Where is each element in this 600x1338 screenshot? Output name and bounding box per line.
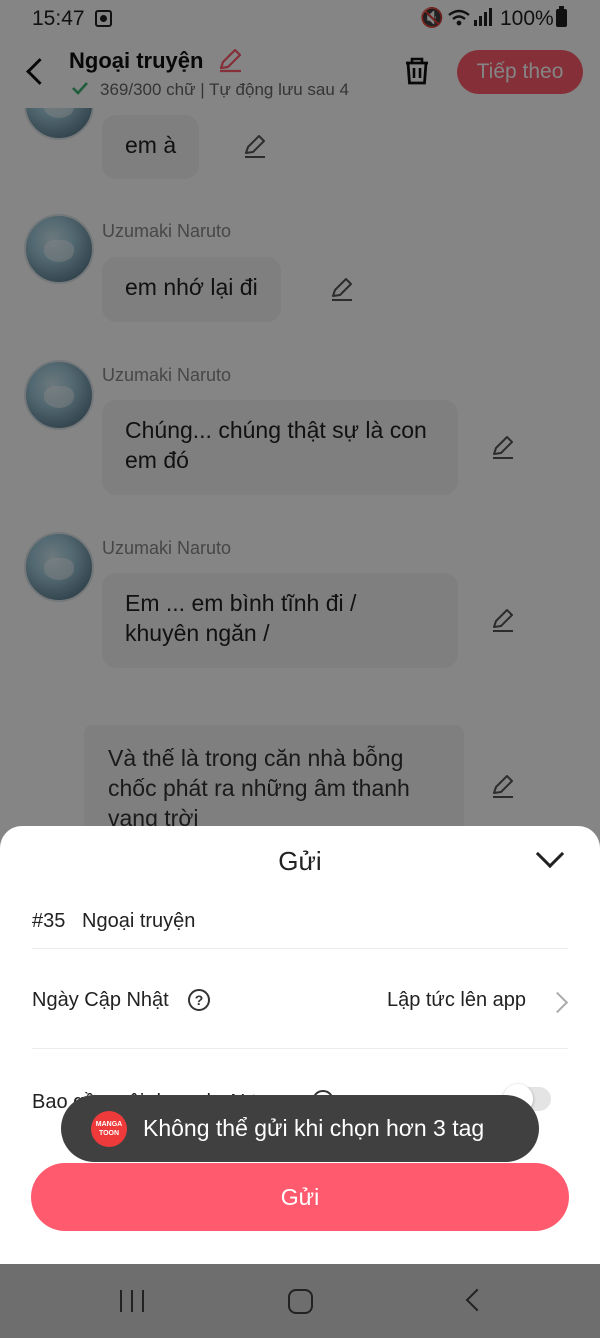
episode-number: #35 (32, 910, 66, 932)
toast-message: MANGA TOON Không thể gửi khi chọn hơn 3 … (61, 1095, 539, 1162)
submit-button[interactable]: Gửi (31, 1163, 569, 1231)
divider (32, 1048, 568, 1049)
home-icon[interactable] (288, 1289, 313, 1314)
chevron-right-icon[interactable] (550, 990, 568, 1014)
update-date-label: Ngày Cập Nhật (32, 989, 169, 1011)
help-icon[interactable]: ? (188, 989, 210, 1011)
publish-sheet: Gửi #35 Ngoại truyện Ngày Cập Nhật ? Lập… (0, 826, 600, 1264)
system-nav-bar (0, 1264, 600, 1338)
update-date-value[interactable]: Lập tức lên app (387, 989, 526, 1012)
chevron-down-icon[interactable] (535, 846, 565, 870)
sheet-title: Gửi (278, 846, 322, 876)
mangatoon-logo-icon: MANGA TOON (91, 1111, 127, 1147)
back-icon[interactable] (462, 1287, 482, 1315)
divider (32, 948, 568, 949)
toast-text: Không thể gửi khi chọn hơn 3 tag (143, 1115, 485, 1141)
recents-icon[interactable] (120, 1290, 146, 1312)
episode-name: Ngoại truyện (82, 910, 196, 932)
